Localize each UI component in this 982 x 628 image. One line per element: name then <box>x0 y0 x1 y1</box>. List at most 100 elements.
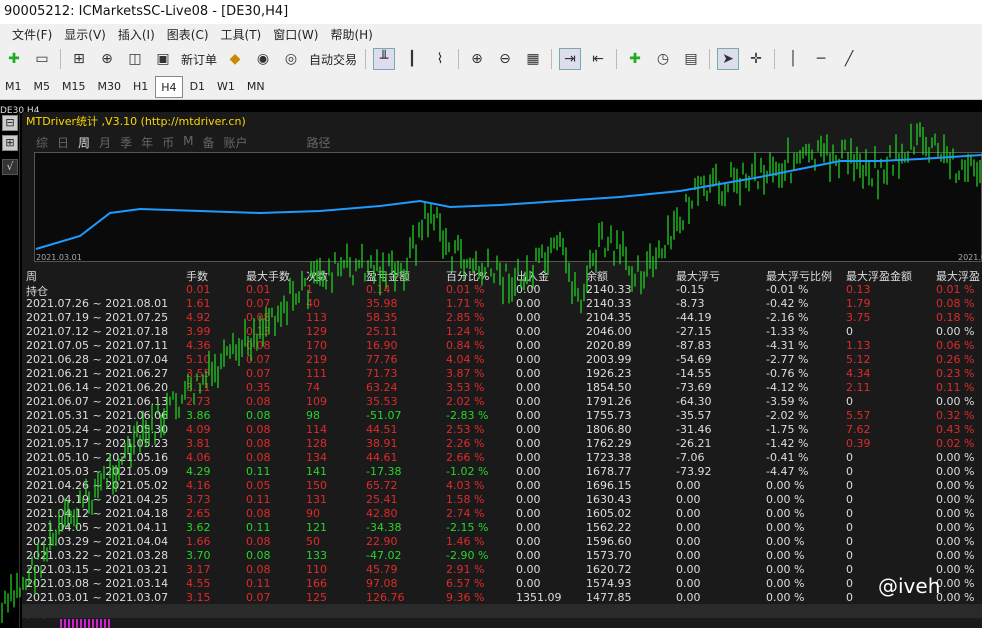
table-row[interactable]: 2021.03.08 ~ 2021.03.14 4.55 0.11 166 97.08 6… <box>26 577 982 591</box>
horizontal-line-icon[interactable]: ─ <box>810 48 832 70</box>
cursor-icon[interactable]: ➤ <box>717 48 740 70</box>
tf-d1[interactable]: D1 <box>185 76 210 98</box>
market-watch-icon[interactable]: ⊞ <box>68 48 90 70</box>
menu-window[interactable]: 窗口(W) <box>273 26 318 43</box>
table-row[interactable]: 2021.04.26 ~ 2021.05.02 4.16 0.05 150 65.72 4… <box>26 479 982 493</box>
new-chart-icon[interactable]: ✚ <box>3 48 25 70</box>
terminal-icon[interactable]: ▣ <box>152 48 174 70</box>
profiles-icon[interactable]: ▭ <box>31 48 53 70</box>
table-row[interactable]: 2021.05.03 ~ 2021.05.09 4.29 0.11 141 -17.38… <box>26 465 982 479</box>
trendline-icon[interactable]: ╱ <box>838 48 860 70</box>
tf-w1[interactable]: W1 <box>212 76 240 98</box>
cell-max_fp_pct: 0.00 % <box>936 395 975 408</box>
tab-overview[interactable]: 综 <box>36 134 48 151</box>
tf-m15[interactable]: M15 <box>57 76 91 98</box>
table-row[interactable]: 2021.04.05 ~ 2021.04.11 3.62 0.11 121 -34.38… <box>26 521 982 535</box>
vertical-line-icon[interactable]: │ <box>782 48 804 70</box>
tab-note[interactable]: 备 <box>202 134 214 151</box>
data-window-icon[interactable]: ⊕ <box>96 48 118 70</box>
cell-max_dd_pct: -1.42 % <box>766 437 809 450</box>
tab-account[interactable]: 账户 <box>223 134 247 151</box>
table-row[interactable]: 2021.03.29 ~ 2021.04.04 1.66 0.08 50 22.90 1.… <box>26 535 982 549</box>
menu-tools[interactable]: 工具(T) <box>221 26 262 43</box>
table-row[interactable]: 2021.06.21 ~ 2021.06.27 3.55 0.07 111 71.73 3… <box>26 367 982 381</box>
cell-lots: 2.73 <box>186 395 211 408</box>
table-row[interactable]: 2021.07.19 ~ 2021.07.25 4.92 0.08 113 58.35 2… <box>26 311 982 325</box>
zoom-in-icon[interactable]: ⊕ <box>466 48 488 70</box>
templates-icon[interactable]: ▤ <box>680 48 702 70</box>
equity-start-date: 2021.03.01 <box>36 253 82 262</box>
menu-chart[interactable]: 图表(C) <box>167 26 209 43</box>
tab-day[interactable]: 日 <box>57 134 69 151</box>
tab-currency[interactable]: 币 <box>162 134 174 151</box>
indicators-icon[interactable]: ✚ <box>624 48 646 70</box>
expand-icon[interactable]: ⊞ <box>2 135 18 151</box>
tf-h1[interactable]: H1 <box>128 76 153 98</box>
cell-count: 131 <box>306 493 327 506</box>
navigator-icon[interactable]: ◫ <box>124 48 146 70</box>
candle-chart-icon[interactable]: ┃ <box>401 48 423 70</box>
auto-trade-button[interactable]: 自动交易 <box>309 51 357 68</box>
cell-week: 2021.06.28 ~ 2021.07.04 <box>26 353 169 366</box>
tab-path[interactable]: 路径 <box>307 134 331 151</box>
table-row[interactable]: 2021.07.12 ~ 2021.07.18 3.99 0.13 129 25.11 1… <box>26 325 982 339</box>
table-row[interactable]: 2021.07.26 ~ 2021.08.01 1.61 0.07 40 35.98 1.… <box>26 297 982 311</box>
menu-view[interactable]: 显示(V) <box>64 26 106 43</box>
tile-windows-icon[interactable]: ▦ <box>522 48 544 70</box>
editor-icon[interactable]: ◆ <box>224 48 246 70</box>
collapse-icon[interactable]: ⊟ <box>2 115 18 131</box>
table-row[interactable]: 2021.07.05 ~ 2021.07.11 4.36 0.08 170 16.90 0… <box>26 339 982 353</box>
table-row[interactable]: 2021.05.17 ~ 2021.05.23 3.81 0.08 128 38.91 2… <box>26 437 982 451</box>
chart-shift-icon[interactable]: ⇤ <box>587 48 609 70</box>
bar-chart-icon[interactable]: ╨ <box>373 48 396 70</box>
table-row[interactable]: 2021.06.07 ~ 2021.06.13 2.73 0.08 109 35.53 2… <box>26 395 982 409</box>
cell-max_fp_pct: 0.18 % <box>936 311 975 324</box>
table-row[interactable]: 2021.06.28 ~ 2021.07.04 5.10 0.07 219 77.76 4… <box>26 353 982 367</box>
tf-mn[interactable]: MN <box>242 76 270 98</box>
line-chart-icon[interactable]: ⌇ <box>429 48 451 70</box>
tf-m1[interactable]: M1 <box>0 76 27 98</box>
table-row[interactable]: 2021.04.12 ~ 2021.04.18 2.65 0.08 90 42.80 2.… <box>26 507 982 521</box>
tf-m30[interactable]: M30 <box>93 76 127 98</box>
menu-file[interactable]: 文件(F) <box>12 26 52 43</box>
cell-max_fp_pct: 0.00 % <box>936 493 975 506</box>
cell-count: 40 <box>306 297 320 310</box>
tab-magic[interactable]: M <box>183 134 193 151</box>
indicator-title: MTDriver统计 ,V3.10 (http://mtdriver.cn) <box>26 115 246 128</box>
menu-insert[interactable]: 插入(I) <box>118 26 155 43</box>
table-row[interactable]: 2021.03.22 ~ 2021.03.28 3.70 0.08 133 -47.02… <box>26 549 982 563</box>
zoom-out-icon[interactable]: ⊖ <box>494 48 516 70</box>
menu-help[interactable]: 帮助(H) <box>330 26 372 43</box>
cell-pct: 3.87 % <box>446 367 485 380</box>
crosshair-icon[interactable]: ✛ <box>745 48 767 70</box>
table-row[interactable]: 2021.03.01 ~ 2021.03.07 3.15 0.07 125 126.76… <box>26 591 982 605</box>
periods-icon[interactable]: ◷ <box>652 48 674 70</box>
cell-count: 113 <box>306 311 327 324</box>
new-order-button[interactable]: 新订单 <box>181 51 217 68</box>
signals-icon[interactable]: ◉ <box>252 48 274 70</box>
cell-week: 2021.04.12 ~ 2021.04.18 <box>26 507 169 520</box>
cell-week: 2021.04.26 ~ 2021.05.02 <box>26 479 169 492</box>
table-row[interactable]: 2021.05.10 ~ 2021.05.16 4.06 0.08 134 44.61 2… <box>26 451 982 465</box>
tab-week[interactable]: 周 <box>78 134 90 151</box>
tf-m5[interactable]: M5 <box>29 76 56 98</box>
table-row[interactable]: 2021.04.19 ~ 2021.04.25 3.73 0.11 131 25.41 1… <box>26 493 982 507</box>
cell-pct: 2.91 % <box>446 563 485 576</box>
tf-h4[interactable]: H4 <box>155 75 183 98</box>
holding-row[interactable]: 持仓 0.01 0.01 1 0.14 0.01 % 0.00 2140.33 -0.15 -0.… <box>26 283 982 298</box>
check-icon[interactable]: √ <box>2 159 18 175</box>
table-row[interactable]: 2021.05.31 ~ 2021.06.06 3.86 0.08 98 -51.07 -… <box>26 409 982 423</box>
table-row[interactable]: 2021.03.15 ~ 2021.03.21 3.17 0.08 110 45.79 2… <box>26 563 982 577</box>
cell-max_lots: 0.08 <box>246 311 271 324</box>
vps-icon[interactable]: ◎ <box>280 48 302 70</box>
table-row[interactable]: 2021.06.14 ~ 2021.06.20 3.11 0.35 74 63.24 3.… <box>26 381 982 395</box>
cell-max_fp_pct: 0.01 % <box>936 283 975 296</box>
table-row[interactable]: 2021.05.24 ~ 2021.05.30 4.09 0.08 114 44.51 2… <box>26 423 982 437</box>
auto-scroll-icon[interactable]: ⇥ <box>559 48 582 70</box>
tab-quarter[interactable]: 季 <box>120 134 132 151</box>
cell-max_lots: 0.35 <box>246 381 271 394</box>
cell-lots: 3.55 <box>186 367 211 380</box>
cell-max_lots: 0.07 <box>246 353 271 366</box>
tab-month[interactable]: 月 <box>99 134 111 151</box>
tab-year[interactable]: 年 <box>141 134 153 151</box>
